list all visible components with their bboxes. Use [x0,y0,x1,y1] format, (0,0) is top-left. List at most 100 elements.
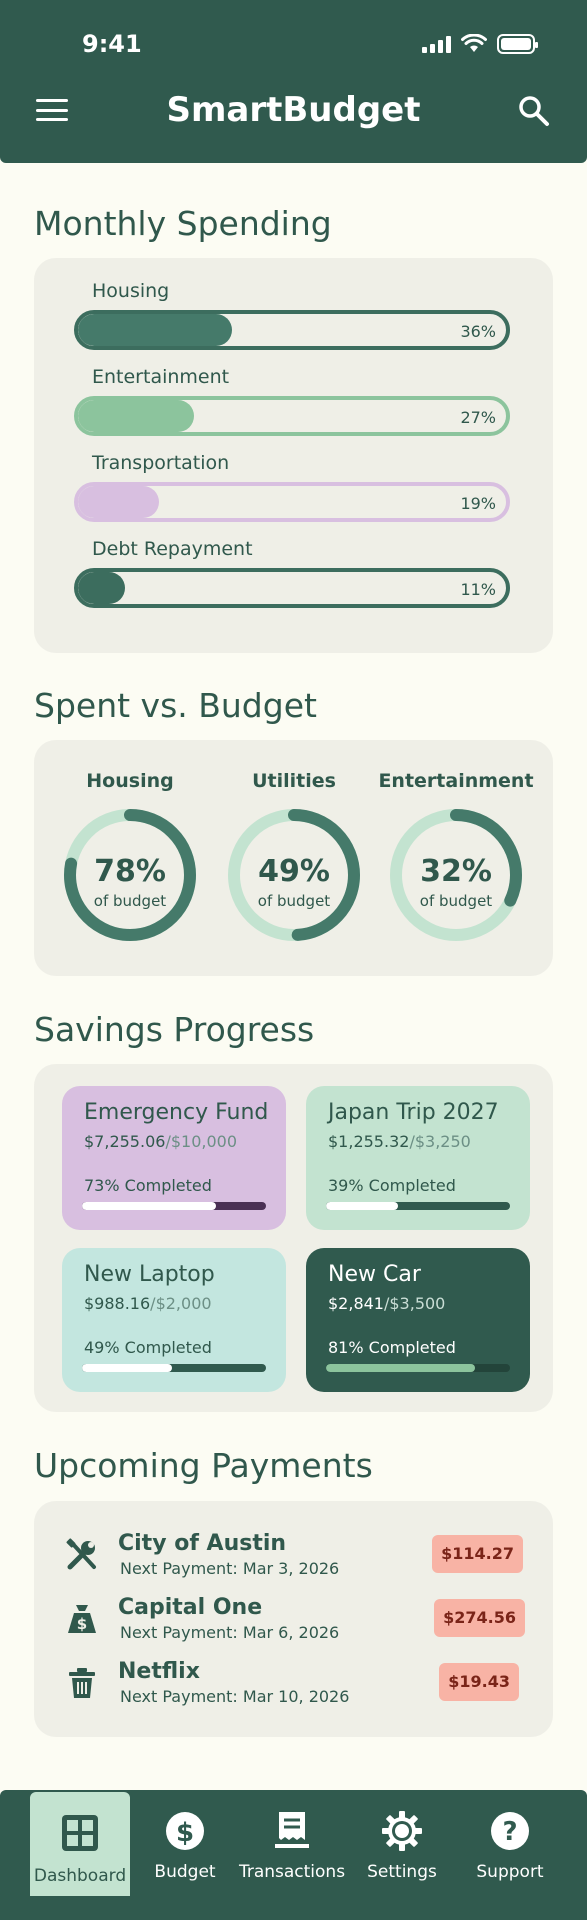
nav-label: Dashboard [33,1866,127,1886]
donut-label: Housing [86,770,174,792]
app-title: SmartBudget [166,90,421,130]
upcoming-payments-title: Upcoming Payments [34,1446,373,1485]
payment-row-netflix[interactable]: Netflix Next Payment: Mar 10, 2026 $19.4… [34,1653,553,1713]
spent-vs-budget-title: Spent vs. Budget [34,686,317,725]
spent-vs-budget-card: Housing 78% of budget Utilities 49% of b… [34,740,553,976]
signal-icon [422,35,451,53]
monthly-spending-card: Housing 36% Entertainment 27% Transporta… [34,258,553,653]
svg-text:?: ? [502,1817,517,1847]
monthly-spending-title: Monthly Spending [34,204,332,243]
savings-progress-card: Emergency Fund $7,255.06/$10,000 73% Com… [34,1064,553,1412]
bar-fill [78,572,126,604]
category-label: Debt Repayment [92,538,253,560]
goal-progress-track [326,1364,510,1372]
goal-progress-track [82,1202,266,1210]
payment-row-capital-one[interactable]: $ Capital One Next Payment: Mar 6, 2026 … [34,1589,553,1649]
category-label: Transportation [92,452,230,474]
bar-fill [78,486,160,518]
dashboard-icon [62,1815,98,1851]
payment-date: Next Payment: Mar 10, 2026 [120,1687,350,1706]
spending-bar-transportation: 19% [74,482,510,522]
goal-saved: $7,255.06 [84,1132,166,1151]
goal-percent: 39% Completed [328,1176,456,1195]
nav-dashboard[interactable]: Dashboard [30,1792,130,1896]
donut-sublabel: of budget [419,892,493,910]
payment-amount: $274.56 [434,1599,525,1637]
savings-goal-emergency-fund[interactable]: Emergency Fund $7,255.06/$10,000 73% Com… [62,1086,286,1230]
nav-label: Transactions [238,1862,346,1882]
savings-goal-new-laptop[interactable]: New Laptop $988.16/$2,000 49% Completed [62,1248,286,1392]
upcoming-payments-card: City of Austin Next Payment: Mar 3, 2026… [34,1501,553,1737]
donut-sublabel: of budget [93,892,167,910]
savings-goal-japan-trip[interactable]: Japan Trip 2027 $1,255.32/$3,250 39% Com… [306,1086,530,1230]
status-time: 9:41 [82,30,142,58]
goal-percent: 73% Completed [84,1176,212,1195]
goal-percent: 81% Completed [328,1338,456,1357]
category-label: Entertainment [92,366,230,388]
battery-icon [497,34,538,54]
bar-fill [78,400,194,432]
goal-progress-track [326,1202,510,1210]
donut-label: Entertainment [378,770,534,792]
goal-target: /$10,000 [165,1132,237,1151]
money-bag-icon: $ [68,1605,96,1633]
spending-bar-entertainment: 27% [74,396,510,436]
nav-settings[interactable]: Settings [355,1790,449,1920]
savings-goal-new-car[interactable]: New Car $2,841/$3,500 81% Completed [306,1248,530,1392]
payment-date: Next Payment: Mar 6, 2026 [120,1623,340,1642]
payment-amount: $19.43 [439,1663,519,1701]
tools-icon [66,1538,96,1570]
donut-percent: 78% [94,854,166,889]
nav-label: Budget [154,1862,216,1882]
nav-transactions[interactable]: Transactions [236,1790,348,1920]
goal-progress-fill [82,1202,217,1210]
svg-text:$: $ [176,1818,194,1848]
nav-label: Support [476,1862,544,1882]
goal-name: Japan Trip 2027 [328,1100,499,1125]
goal-amount: $2,841/$3,500 [328,1294,445,1313]
savings-progress-title: Savings Progress [34,1010,315,1049]
goal-percent: 49% Completed [84,1338,212,1357]
search-icon[interactable] [517,94,551,128]
goal-progress-fill [82,1364,173,1372]
status-icons [422,34,538,54]
spending-bar-housing: 36% [74,310,510,350]
trash-icon [69,1668,95,1698]
gear-icon [382,1811,422,1851]
goal-amount: $7,255.06/$10,000 [84,1132,237,1151]
goal-amount: $1,255.32/$3,250 [328,1132,471,1151]
goal-target: /$3,500 [383,1294,446,1313]
goal-saved: $1,255.32 [328,1132,410,1151]
goal-saved: $2,841 [328,1294,384,1313]
nav-support[interactable]: ? Support [460,1790,560,1920]
bar-percent: 19% [460,494,496,513]
goal-name: Emergency Fund [84,1100,269,1125]
goal-target: /$3,250 [409,1132,471,1151]
donut-percent: 32% [420,854,492,889]
goal-progress-track [82,1364,266,1372]
donut-label: Utilities [252,770,336,792]
goal-amount: $988.16/$2,000 [84,1294,212,1313]
help-icon: ? [491,1812,529,1850]
bar-fill [78,314,233,346]
bar-percent: 27% [460,408,496,427]
bar-percent: 36% [460,322,496,341]
goal-progress-fill [326,1364,476,1372]
goal-saved: $988.16 [84,1294,151,1313]
payment-date: Next Payment: Mar 3, 2026 [120,1559,340,1578]
goal-progress-fill [326,1202,398,1210]
goal-target: /$2,000 [150,1294,212,1313]
wifi-icon [461,34,487,52]
bottom-navigation: Dashboard $ Budget Transactions Settings… [0,1790,587,1920]
bar-percent: 11% [460,580,496,599]
payee-name: Capital One [118,1595,263,1620]
payment-row-city-of-austin[interactable]: City of Austin Next Payment: Mar 3, 2026… [34,1525,553,1585]
payee-name: City of Austin [118,1531,287,1556]
nav-budget[interactable]: $ Budget [140,1790,230,1920]
spending-bar-debt: 11% [74,568,510,608]
nav-label: Settings [367,1862,437,1882]
svg-text:$: $ [77,1615,87,1633]
receipt-icon [275,1812,309,1848]
app-header: 9:41 SmartBudget [0,0,587,163]
donut-percent: 49% [258,854,330,889]
